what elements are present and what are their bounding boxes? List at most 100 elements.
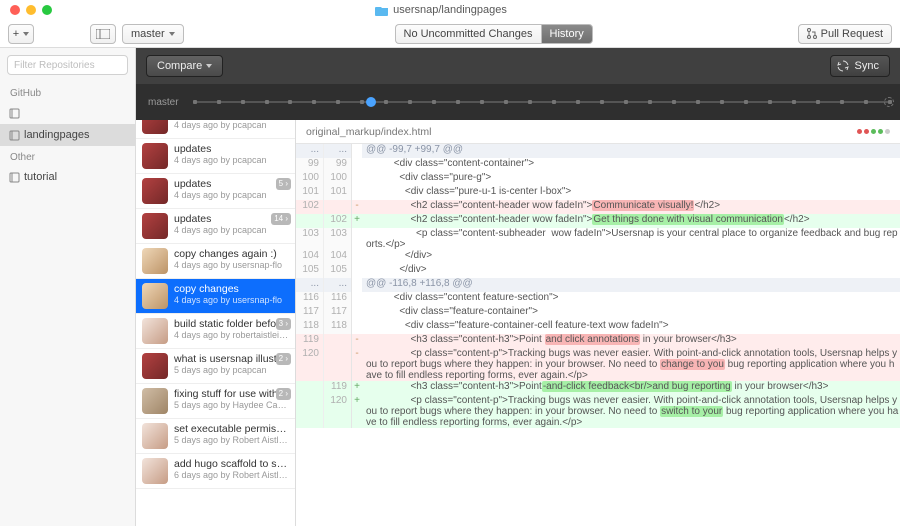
- diff-code: <div class="content-container">: [362, 158, 900, 172]
- compare-bar: Compare Sync: [136, 48, 900, 84]
- timeline-tick[interactable]: [720, 100, 724, 104]
- commit-meta: 4 days ago by pcapcan: [174, 120, 289, 130]
- commit-title: updates: [174, 143, 289, 155]
- diff-highlight: change to you: [660, 359, 725, 370]
- gutter-new: 101: [324, 186, 352, 200]
- timeline-tick[interactable]: [552, 100, 556, 104]
- timeline-tick[interactable]: [696, 100, 700, 104]
- timeline-tick[interactable]: [384, 100, 388, 104]
- timeline-tick[interactable]: [193, 100, 197, 104]
- diff-row: ......@@ -116,8 +116,8 @@: [296, 278, 900, 292]
- timeline-tick[interactable]: [480, 100, 484, 104]
- diff-highlight: Communicate visually!: [592, 200, 694, 211]
- repo-item[interactable]: [0, 102, 135, 124]
- center-segment: No Uncommitted Changes History: [395, 24, 593, 44]
- timeline-tick[interactable]: [336, 100, 340, 104]
- commit-item[interactable]: updates4 days ago by pcapcan5 ›: [136, 174, 295, 209]
- changes-tab[interactable]: No Uncommitted Changes: [395, 24, 541, 44]
- commit-item[interactable]: fixing stuff for use with mac5 days ago …: [136, 384, 295, 419]
- compare-button[interactable]: Compare: [146, 55, 223, 77]
- timeline-tick[interactable]: [672, 100, 676, 104]
- zoom-icon[interactable]: [42, 5, 52, 15]
- repo-group-label: GitHub: [0, 82, 135, 102]
- filter-repos-input[interactable]: Filter Repositories: [7, 55, 128, 75]
- timeline-tick[interactable]: [792, 100, 796, 104]
- timeline-tick[interactable]: [456, 100, 460, 104]
- avatar: [142, 458, 168, 484]
- gutter-new: 116: [324, 292, 352, 306]
- timeline-tick[interactable]: [816, 100, 820, 104]
- timeline-tick[interactable]: [768, 100, 772, 104]
- sync-button[interactable]: Sync: [830, 55, 890, 77]
- commit-badge: 2 ›: [276, 388, 291, 400]
- branch-selector[interactable]: master: [122, 24, 184, 44]
- gutter-new: 102: [324, 214, 352, 228]
- repo-name: landingpages: [24, 129, 89, 141]
- pull-request-icon: [807, 28, 817, 39]
- file-header[interactable]: original_markup/index.html: [296, 120, 900, 144]
- timeline-tick[interactable]: [504, 100, 508, 104]
- timeline-tick[interactable]: [528, 100, 532, 104]
- timeline-tick[interactable]: [432, 100, 436, 104]
- timeline-tick[interactable]: [864, 100, 868, 104]
- pull-request-button[interactable]: Pull Request: [798, 24, 892, 44]
- timeline-tick[interactable]: [600, 100, 604, 104]
- commit-item[interactable]: copy changes again :)4 days ago by users…: [136, 244, 295, 279]
- diff-row: 100100 <div class="pure-g">: [296, 172, 900, 186]
- timeline-tick[interactable]: [360, 100, 364, 104]
- commit-item[interactable]: build static folder before starti…4 days…: [136, 314, 295, 349]
- gutter-old: 116: [296, 292, 324, 306]
- minimize-icon[interactable]: [26, 5, 36, 15]
- diff-marker: [352, 292, 362, 306]
- diff-row: 116116 <div class="content feature-secti…: [296, 292, 900, 306]
- commit-title: updates: [174, 178, 289, 190]
- diff-row: 102+ <h2 class="content-header wow fadeI…: [296, 214, 900, 228]
- timeline[interactable]: master: [136, 84, 900, 120]
- gutter-old: [296, 395, 324, 428]
- diff-row: 101101 <div class="pure-u-1 is-center l-…: [296, 186, 900, 200]
- diff-highlight: Get things done with visual communicatio…: [592, 214, 784, 225]
- repo-item[interactable]: tutorial: [0, 166, 135, 188]
- commit-item[interactable]: updates4 days ago by pcapcan14 ›: [136, 209, 295, 244]
- timeline-tick[interactable]: [265, 100, 269, 104]
- diff-marker: +: [352, 395, 362, 428]
- commit-item[interactable]: what is usersnap illustration5 days ago …: [136, 349, 295, 384]
- timeline-tick[interactable]: [312, 100, 316, 104]
- timeline-tick[interactable]: [840, 100, 844, 104]
- commit-meta: 4 days ago by pcapcan: [174, 190, 289, 200]
- history-tab[interactable]: History: [541, 24, 593, 44]
- commit-item[interactable]: copy changes4 days ago by usersnap-flo: [136, 279, 295, 314]
- timeline-track[interactable]: [193, 101, 888, 103]
- timeline-tick[interactable]: [241, 100, 245, 104]
- avatar: [142, 120, 168, 134]
- gutter-new: 104: [324, 250, 352, 264]
- diff-code: <h2 class="content-header wow fadeIn">Co…: [362, 200, 900, 214]
- timeline-tick[interactable]: [217, 100, 221, 104]
- commit-item[interactable]: updates4 days ago by pcapcan: [136, 139, 295, 174]
- diff-row: 102- <h2 class="content-header wow fadeI…: [296, 200, 900, 214]
- diff-marker: -: [352, 334, 362, 348]
- diff-row: 119+ <h3 class="content-h3">Point-and-cl…: [296, 381, 900, 395]
- timeline-tick[interactable]: [624, 100, 628, 104]
- diff-code: <h3 class="content-h3">Point and click a…: [362, 334, 900, 348]
- timeline-tick[interactable]: [648, 100, 652, 104]
- commit-item[interactable]: set executable permissio…5 days ago by R…: [136, 419, 295, 454]
- commit-list[interactable]: updates4 days ago by pcapcan2 ›updates4 …: [136, 120, 296, 526]
- timeline-tick[interactable]: [408, 100, 412, 104]
- timeline-branch-label: master: [148, 97, 179, 108]
- sidebar-toggle-button[interactable]: [90, 24, 116, 44]
- commit-item[interactable]: add hugo scaffold to sta…6 days ago by R…: [136, 454, 295, 489]
- diff-body[interactable]: ......@@ -99,7 +99,7 @@9999 <div class="…: [296, 144, 900, 526]
- commit-item[interactable]: updates4 days ago by pcapcan2 ›: [136, 120, 295, 139]
- timeline-tick[interactable]: [744, 100, 748, 104]
- commit-meta: 5 days ago by Robert Aistleitner: [174, 435, 289, 445]
- timeline-tick[interactable]: [288, 100, 292, 104]
- repo-icon: [9, 108, 20, 119]
- close-icon[interactable]: [10, 5, 20, 15]
- timeline-current-dot[interactable]: [366, 97, 376, 107]
- add-button[interactable]: +: [8, 24, 34, 44]
- commit-title: fixing stuff for use with mac: [174, 388, 289, 400]
- timeline-tick[interactable]: [576, 100, 580, 104]
- toolbar: + master No Uncommitted Changes History …: [0, 20, 900, 48]
- repo-item[interactable]: landingpages: [0, 124, 135, 146]
